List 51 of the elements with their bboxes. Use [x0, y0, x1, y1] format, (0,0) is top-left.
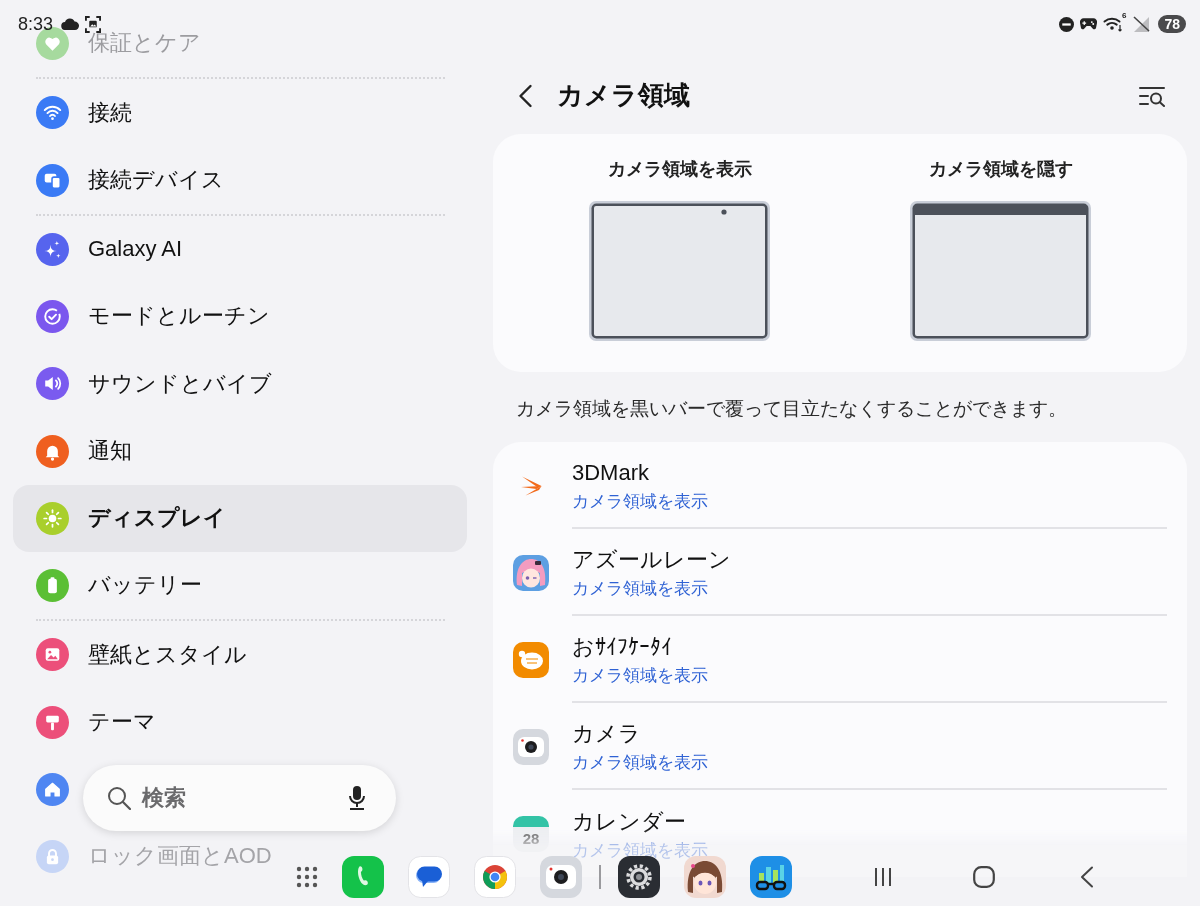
back-icon[interactable] — [518, 84, 533, 108]
sidebar-item[interactable]: バッテリー — [13, 569, 206, 603]
character-icon — [513, 554, 549, 591]
character-icon[interactable] — [684, 856, 726, 898]
microphone-icon[interactable] — [348, 786, 366, 810]
cloud-icon — [61, 18, 80, 30]
option-label: カメラ領域を表示 — [607, 158, 752, 180]
wifi-icon — [1103, 16, 1124, 32]
home-icon[interactable] — [973, 866, 995, 888]
search-list-icon[interactable] — [1139, 85, 1166, 107]
scan-frame-icon — [85, 15, 102, 33]
speech-bubble-icon — [513, 641, 549, 678]
browser-icon[interactable] — [474, 856, 516, 898]
chat-bubble-icon[interactable] — [408, 856, 450, 898]
sidebar-item[interactable]: テーマ — [13, 705, 160, 739]
app-name[interactable]: おｻｲﾌｹｰﾀｲ — [572, 632, 672, 661]
battery-level: 78 — [1158, 15, 1186, 33]
no-signal-icon — [1132, 16, 1151, 32]
setting-value: カメラ領域を表示 — [572, 579, 708, 598]
calendar-icon: 28 — [513, 815, 549, 852]
minus-circle-icon — [1059, 16, 1075, 32]
sidebar-item[interactable]: Galaxy AI — [13, 232, 187, 266]
sidebar-item[interactable]: ディスプレイ — [13, 484, 467, 552]
search-icon — [107, 786, 131, 810]
sidebar-item[interactable]: モードとルーチン — [13, 300, 274, 334]
clock-time: 8:33 — [18, 13, 54, 35]
app-name[interactable]: アズールレーン — [572, 545, 731, 574]
app-name[interactable]: 3DMark — [572, 458, 649, 487]
app-name[interactable]: カレンダー — [572, 807, 686, 836]
option-label: カメラ領域を隠す — [928, 158, 1073, 180]
apps-grid-icon[interactable] — [296, 866, 318, 888]
sidebar-item[interactable]: 接続デバイス — [13, 163, 228, 197]
wifi-generation-label: 6 — [1121, 12, 1127, 20]
description-text: カメラ領域を黒いバーで覆って目立たなくすることができます。 — [516, 397, 1068, 421]
sidebar-item[interactable]: 通知 — [13, 434, 136, 468]
setting-value: カメラ領域を表示 — [572, 492, 708, 511]
bar-chart-icon[interactable] — [750, 856, 792, 898]
page-title: カメラ領域 — [557, 80, 690, 112]
arrowhead-logo-icon — [520, 475, 542, 496]
gamepad-icon — [1080, 18, 1098, 30]
camera-icon — [513, 728, 549, 765]
sidebar-item[interactable]: 接続 — [13, 96, 136, 130]
sidebar-item[interactable]: 壁紙とスタイル — [13, 638, 251, 672]
sidebar-item[interactable]: サウンドとバイブ — [13, 367, 276, 401]
setting-value: カメラ領域を表示 — [572, 753, 708, 772]
search-button[interactable]: 検索 — [83, 765, 396, 831]
app-name[interactable]: カメラ — [572, 719, 641, 748]
recent-apps-icon[interactable] — [874, 867, 892, 887]
camera-icon[interactable] — [540, 856, 582, 898]
back-icon[interactable] — [1080, 866, 1094, 888]
setting-value: カメラ領域を表示 — [572, 666, 708, 685]
